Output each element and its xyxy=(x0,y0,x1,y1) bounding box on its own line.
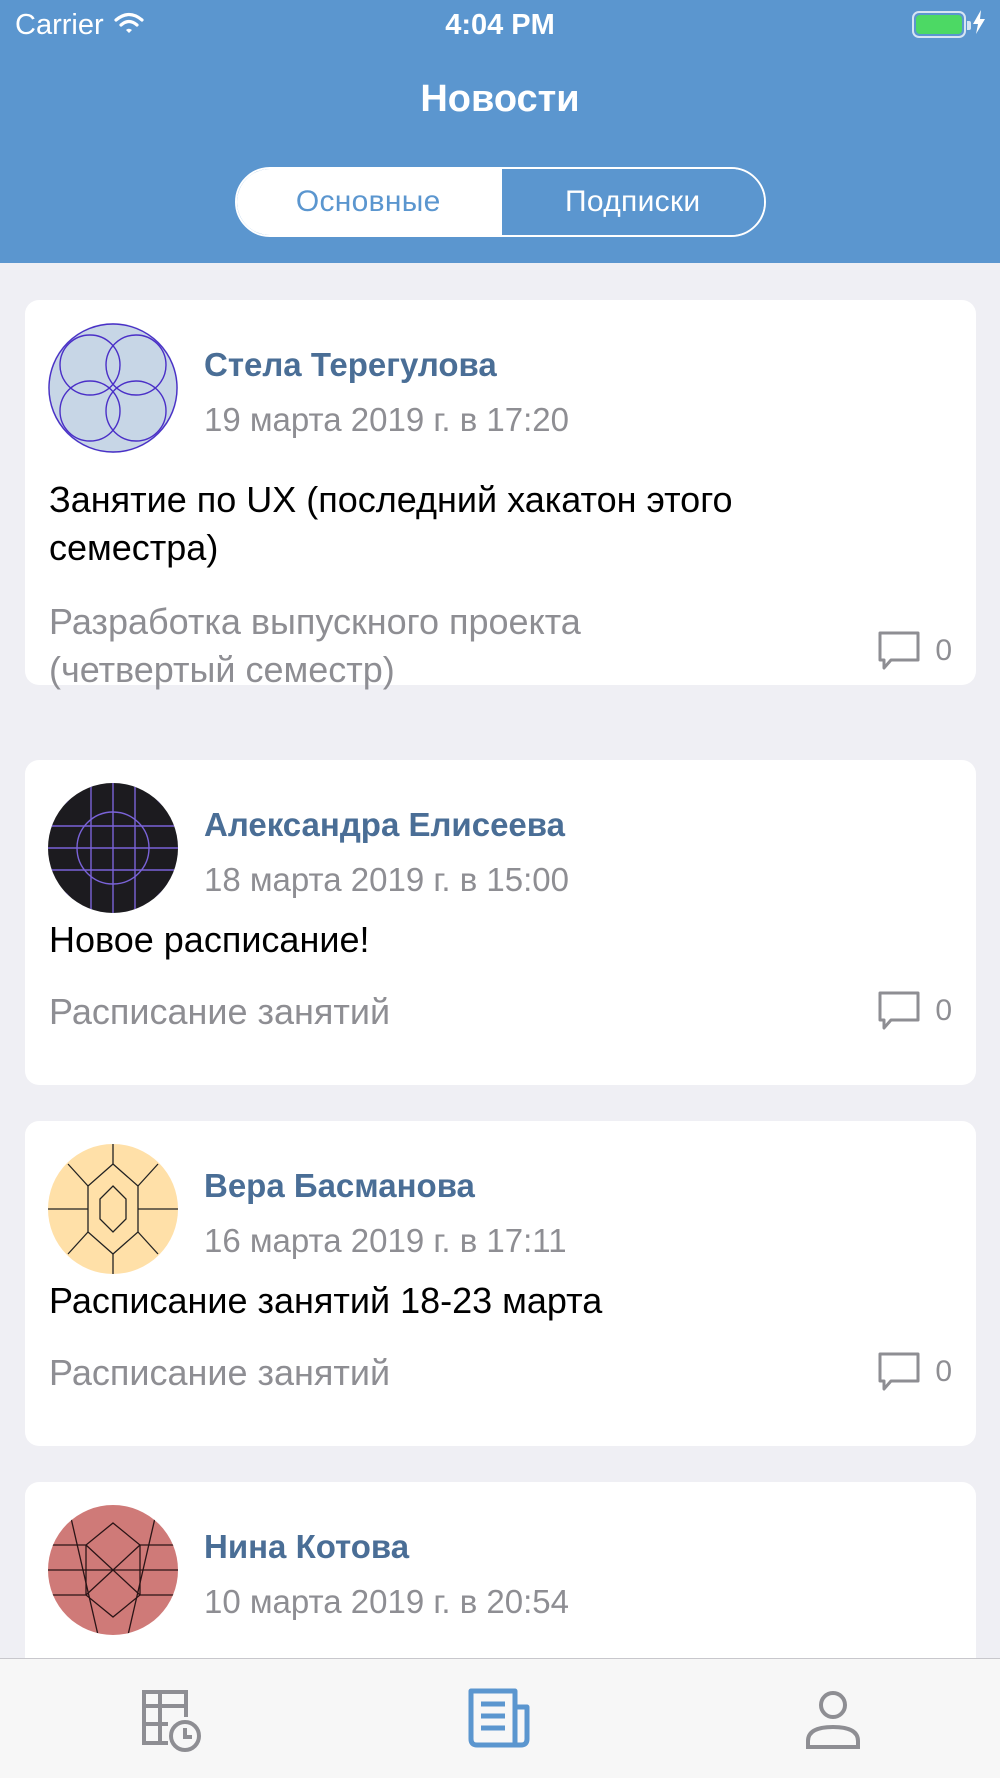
schedule-icon xyxy=(138,1690,204,1757)
tab-schedule[interactable] xyxy=(138,1687,204,1753)
header: Carrier 4:04 PM Новости Основные Подписк… xyxy=(0,0,1000,263)
news-feed[interactable]: Стела Терегулова 19 марта 2019 г. в 17:2… xyxy=(0,263,1000,1658)
news-card[interactable]: Александра Елисеева 18 марта 2019 г. в 1… xyxy=(25,760,976,1085)
comments-count: 0 xyxy=(935,1355,952,1388)
avatar xyxy=(48,323,178,453)
battery xyxy=(912,10,986,39)
comments-count: 0 xyxy=(935,994,952,1027)
comments-counter[interactable]: 0 xyxy=(877,630,952,672)
profile-icon xyxy=(800,1691,866,1757)
avatar xyxy=(48,1505,178,1635)
post-author[interactable]: Стела Терегулова xyxy=(204,346,497,384)
news-screen: Carrier 4:04 PM Новости Основные Подписк… xyxy=(0,0,1000,1778)
news-icon xyxy=(467,1688,533,1757)
comment-icon xyxy=(877,630,921,672)
post-date: 16 марта 2019 г. в 17:11 xyxy=(204,1222,567,1259)
post-title: Занятие по UX (последний хакатон этого с… xyxy=(49,479,733,568)
post-date: 18 марта 2019 г. в 15:00 xyxy=(204,861,570,898)
tab-profile[interactable] xyxy=(800,1687,866,1753)
post-category: Расписание занятий xyxy=(49,991,391,1032)
tab-bar xyxy=(0,1658,1000,1778)
comment-icon xyxy=(877,990,921,1032)
news-card[interactable]: Вера Басманова 16 марта 2019 г. в 17:11 … xyxy=(25,1121,976,1446)
post-date: 19 марта 2019 г. в 17:20 xyxy=(204,401,570,438)
post-category: Расписание занятий xyxy=(49,1352,391,1393)
post-title: Расписание занятий 18-23 марта xyxy=(49,1280,603,1321)
post-author[interactable]: Вера Басманова xyxy=(204,1167,475,1205)
post-date: 10 марта 2019 г. в 20:54 xyxy=(204,1583,570,1620)
avatar xyxy=(48,1144,178,1274)
news-card[interactable]: Нина Котова 10 марта 2019 г. в 20:54 xyxy=(25,1482,976,1658)
comments-count: 0 xyxy=(935,634,952,667)
segmented-control: Основные Подписки xyxy=(235,167,766,237)
post-author[interactable]: Нина Котова xyxy=(204,1528,409,1566)
status-time: 4:04 PM xyxy=(445,9,555,41)
segment-main[interactable]: Основные xyxy=(237,169,500,235)
status-bar: Carrier 4:04 PM xyxy=(0,0,1000,50)
post-title: Новое расписание! xyxy=(49,919,370,960)
avatar xyxy=(48,783,178,913)
battery-icon xyxy=(912,11,971,38)
comments-counter[interactable]: 0 xyxy=(877,1351,952,1393)
battery-fill xyxy=(916,15,962,34)
comment-icon xyxy=(877,1351,921,1393)
news-card[interactable]: Стела Терегулова 19 марта 2019 г. в 17:2… xyxy=(25,300,976,690)
tab-news[interactable] xyxy=(467,1687,533,1753)
charging-icon xyxy=(972,10,986,39)
page-title: Новости xyxy=(420,78,580,120)
segment-subscriptions[interactable]: Подписки xyxy=(499,169,764,235)
comments-counter[interactable]: 0 xyxy=(877,990,952,1032)
post-author[interactable]: Александра Елисеева xyxy=(204,806,565,844)
post-category: Разработка выпускного проекта (четвертый… xyxy=(49,601,581,690)
